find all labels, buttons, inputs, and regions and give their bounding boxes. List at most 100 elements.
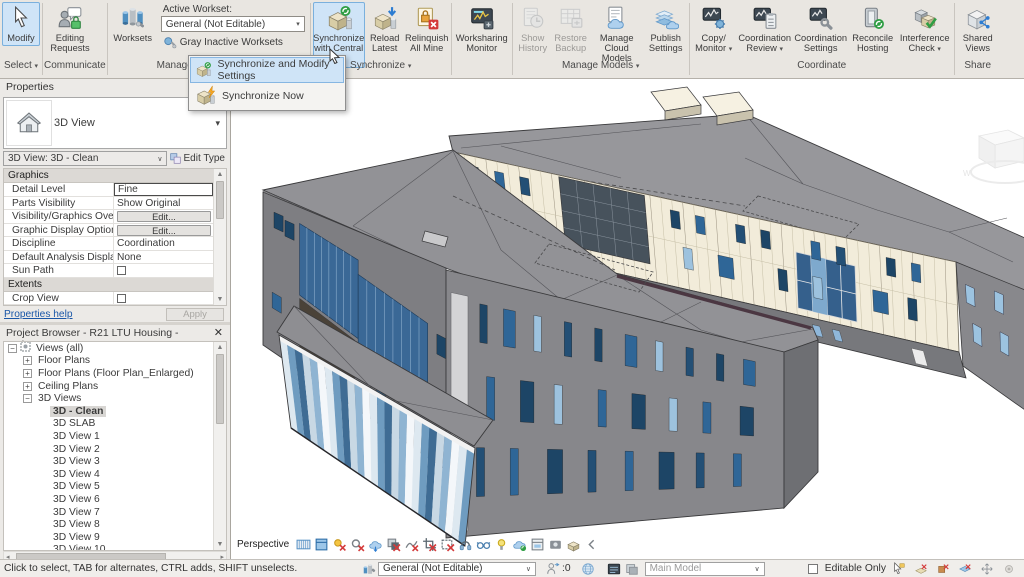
- property-checkbox[interactable]: [117, 266, 126, 275]
- relinquish-all-mine-button[interactable]: Relinquish All Mine: [405, 2, 449, 56]
- expand-icon[interactable]: +: [23, 382, 32, 391]
- tree-item-3d-view-7[interactable]: 3D View 7: [4, 506, 226, 519]
- property-value[interactable]: [114, 264, 213, 277]
- tree-item-label[interactable]: 3D View 2: [50, 444, 103, 455]
- tree-item-label[interactable]: Floor Plans (Floor Plan_Enlarged): [35, 368, 197, 379]
- tree-item-3d-clean[interactable]: 3D - Clean: [4, 405, 226, 418]
- tree-item-3d-view-8[interactable]: 3D View 8: [4, 518, 226, 531]
- project-browser-close-icon[interactable]: ✕: [214, 327, 225, 341]
- property-value[interactable]: Fine: [114, 183, 213, 196]
- reveal-hidden-icon[interactable]: [476, 537, 491, 552]
- expand-icon[interactable]: +: [23, 369, 32, 378]
- tree-item-label[interactable]: 3D Views: [35, 393, 84, 404]
- drag-elements-icon[interactable]: [980, 562, 994, 576]
- tree-item-label[interactable]: 3D View 4: [50, 469, 103, 480]
- displacement-icon[interactable]: [566, 537, 581, 552]
- cloud-rendering-icon[interactable]: [368, 537, 383, 552]
- shared-views-button[interactable]: Shared Views: [957, 2, 999, 56]
- view-scale-label[interactable]: Perspective: [237, 539, 289, 550]
- status-workset-select[interactable]: General (Not Editable)∨: [378, 562, 536, 576]
- menu-item-synchronize-now[interactable]: Synchronize Now: [190, 83, 344, 109]
- apply-button[interactable]: Apply: [166, 308, 224, 321]
- tree-item-label[interactable]: 3D SLAB: [50, 418, 98, 429]
- type-selector-caret[interactable]: ▾: [215, 118, 226, 129]
- sun-path-off-icon[interactable]: [332, 537, 347, 552]
- worksharing-monitor-button[interactable]: Worksharing Monitor: [454, 2, 510, 56]
- tree-item-3d-view-6[interactable]: 3D View 6: [4, 493, 226, 506]
- tree-item-3d-view-10[interactable]: 3D View 10: [4, 544, 226, 552]
- globe-icon[interactable]: [581, 562, 595, 576]
- copy-monitor-button[interactable]: Copy/ Monitor ▾: [692, 2, 736, 58]
- tree-item-3d-view-4[interactable]: 3D View 4: [4, 468, 226, 481]
- gray-inactive-worksets-button[interactable]: Gray Inactive Worksets: [161, 35, 305, 49]
- temporary-hide-isolate-icon[interactable]: [494, 537, 509, 552]
- editing-requests-status-icon[interactable]: [546, 562, 560, 576]
- tree-item-3d-view-3[interactable]: 3D View 3: [4, 455, 226, 468]
- reconcile-hosting-button[interactable]: Reconcile Hosting: [850, 2, 896, 56]
- property-value[interactable]: [114, 292, 213, 305]
- menu-item-synchronize-and-modify-settings[interactable]: Synchronize and Modify Settings: [190, 57, 344, 83]
- tree-item-label[interactable]: 3D View 8: [50, 519, 103, 530]
- modify-button[interactable]: Modify: [2, 2, 40, 46]
- expand-icon[interactable]: +: [23, 356, 32, 365]
- select-links-icon[interactable]: [892, 562, 906, 576]
- select-pinned-icon[interactable]: [936, 562, 950, 576]
- tree-item-label[interactable]: 3D View 9: [50, 532, 103, 543]
- sketchy-lines-off-icon[interactable]: [404, 537, 419, 552]
- tree-item-3d-view-5[interactable]: 3D View 5: [4, 481, 226, 494]
- property-value[interactable]: Show Original: [114, 197, 213, 210]
- tree-item-label[interactable]: 3D View 7: [50, 507, 103, 518]
- property-checkbox[interactable]: [117, 294, 126, 303]
- editable-only-checkbox[interactable]: [808, 564, 818, 574]
- edit-button[interactable]: Edit...: [117, 211, 211, 222]
- analytical-model-icon[interactable]: [548, 537, 563, 552]
- reload-latest-button[interactable]: Reload Latest: [367, 2, 403, 56]
- select-elements-by-face-icon[interactable]: [958, 562, 972, 576]
- project-browser-scrollbar[interactable]: ▲ ▼: [213, 342, 226, 550]
- tree-item-label[interactable]: Views (all): [33, 343, 86, 354]
- drawing-area[interactable]: W Perspective: [231, 79, 1024, 559]
- crop-region-off-icon[interactable]: [440, 537, 455, 552]
- tree-item-floor-plans[interactable]: +Floor Plans: [4, 355, 226, 368]
- panel-label-select[interactable]: Select ▾: [1, 58, 41, 74]
- shadows-off-icon[interactable]: [386, 537, 401, 552]
- property-value[interactable]: Edit...: [114, 210, 213, 223]
- worksharing-display-icon[interactable]: [607, 562, 621, 576]
- collapse-icon[interactable]: −: [23, 394, 32, 403]
- editing-requests-button[interactable]: Editing Requests: [45, 2, 95, 56]
- edit-type-button[interactable]: Edit Type: [170, 153, 227, 164]
- 3d-model-view[interactable]: W: [231, 79, 1024, 559]
- properties-scrollbar[interactable]: ▲ ▼: [213, 169, 226, 305]
- coordination-review-button[interactable]: Coordination Review ▾: [738, 2, 792, 58]
- tree-item-3d-view-9[interactable]: 3D View 9: [4, 531, 226, 544]
- worksets-button[interactable]: Worksets: [110, 2, 156, 46]
- tree-item-label[interactable]: 3D View 6: [50, 494, 103, 505]
- tree-item-label[interactable]: 3D View 5: [50, 481, 103, 492]
- tree-item-views-all-[interactable]: − Views (all): [4, 342, 226, 355]
- tree-item-3d-view-2[interactable]: 3D View 2: [4, 443, 226, 456]
- edit-button[interactable]: Edit...: [117, 225, 211, 236]
- property-value[interactable]: None: [114, 251, 213, 264]
- properties-help-link[interactable]: Properties help: [4, 309, 73, 320]
- tree-item-label[interactable]: Ceiling Plans: [35, 381, 101, 392]
- viewbar-overflow-icon[interactable]: [584, 537, 599, 552]
- tree-item-label[interactable]: 3D - Clean: [50, 406, 106, 417]
- active-workset-select[interactable]: General (Not Editable)▾: [161, 16, 305, 32]
- property-section-graphics[interactable]: Graphics≙: [4, 169, 226, 183]
- worksharing-display-off-icon[interactable]: [512, 537, 527, 552]
- design-options-icon[interactable]: [625, 562, 639, 576]
- visual-style-icon[interactable]: [314, 537, 329, 552]
- interference-check-button[interactable]: Interference Check ▾: [898, 2, 952, 58]
- tree-item-3d-slab[interactable]: 3D SLAB: [4, 418, 226, 431]
- collapse-icon[interactable]: −: [8, 344, 17, 353]
- rendering-off-icon[interactable]: [350, 537, 365, 552]
- tree-item-label[interactable]: Floor Plans: [35, 355, 93, 366]
- filter-gear-icon[interactable]: [1002, 562, 1016, 576]
- temporary-view-properties-icon[interactable]: [530, 537, 545, 552]
- coordination-settings-button[interactable]: Coordination Settings: [794, 2, 848, 56]
- locked-3d-icon[interactable]: [458, 537, 473, 552]
- tree-item-3d-view-1[interactable]: 3D View 1: [4, 430, 226, 443]
- property-value[interactable]: Edit...: [114, 224, 213, 237]
- tree-item-label[interactable]: 3D View 10: [50, 544, 108, 551]
- view-scale-icon[interactable]: [296, 537, 311, 552]
